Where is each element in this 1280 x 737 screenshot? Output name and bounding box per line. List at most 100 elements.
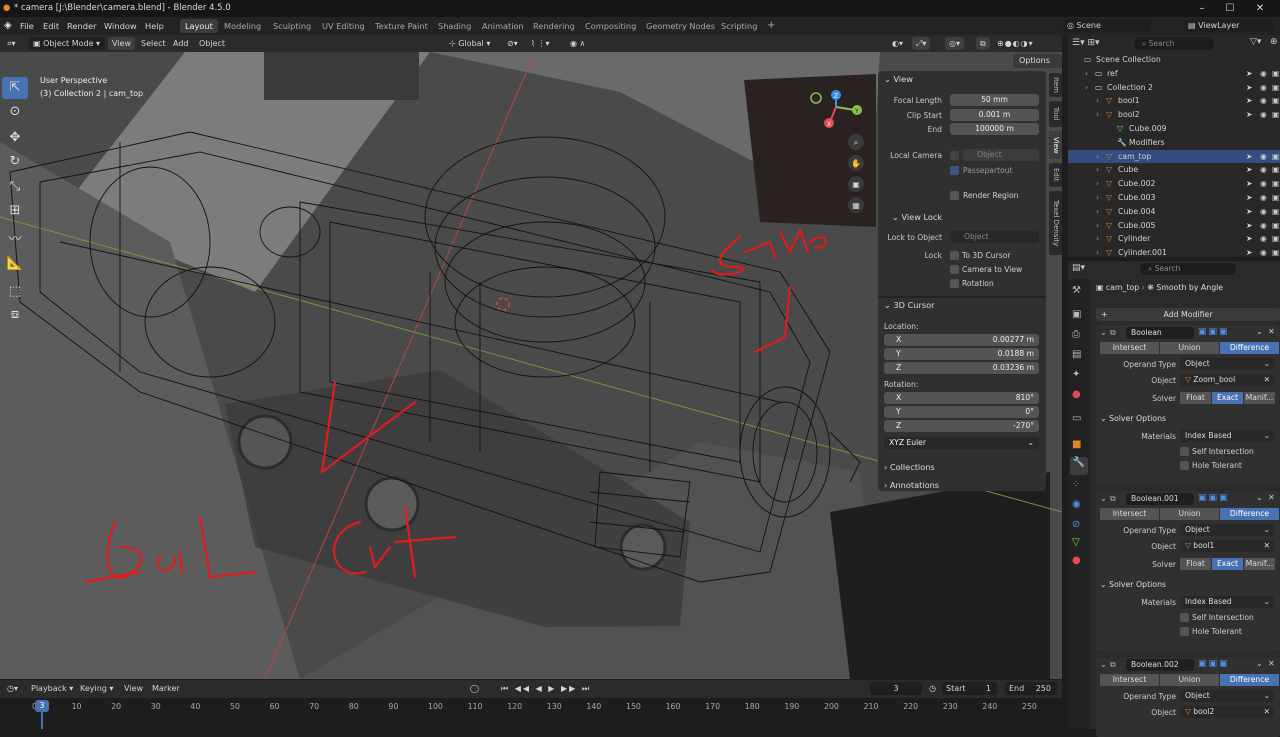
clear-icon[interactable]: ✕ [1264, 706, 1270, 718]
cursor-location-z-field[interactable]: Z 0.03236 m [884, 362, 1039, 374]
outliner-item[interactable]: › ▽ Cylinder ➤ ◉ ▣ [1068, 232, 1280, 246]
outliner-item[interactable]: › ▽ Cube.005 ➤ ◉ ▣ [1068, 219, 1280, 233]
collapse-icon[interactable]: ⌄ [1100, 660, 1107, 669]
eye-icon[interactable]: ◉ [1260, 232, 1267, 246]
outliner-item[interactable]: › ▽ cam_top ➤ ◉ ▣ [1068, 149, 1280, 164]
operation-union-button[interactable]: Union [1160, 674, 1219, 686]
rotation-mode-dropdown[interactable]: XYZ Euler ⌄ [884, 437, 1039, 449]
tab-modeling[interactable]: Modeling [219, 19, 266, 33]
tab-sculpting[interactable]: Sculpting [268, 19, 316, 33]
rotate-tool-icon[interactable]: ↻ [2, 151, 28, 173]
hole-tolerant-checkbox[interactable] [1180, 461, 1189, 470]
properties-editor-icon[interactable]: ▤▾ [1072, 263, 1085, 273]
operation-union-button[interactable]: Union [1160, 508, 1219, 520]
physics-tab-icon[interactable]: ◉ [1072, 499, 1081, 510]
eye-icon[interactable]: ◉ [1260, 150, 1267, 164]
outliner-item[interactable]: › ▽ bool2 ➤ ◉ ▣ [1068, 108, 1280, 122]
camera-icon[interactable]: ▣ [1272, 163, 1279, 177]
solver-option-button[interactable]: Exact [1212, 392, 1243, 404]
selectable-icon[interactable]: ➤ [1246, 232, 1253, 246]
menu-view[interactable]: View [108, 37, 135, 50]
self-intersection-checkbox[interactable] [1180, 447, 1189, 456]
shading-modes-icon[interactable]: ⊕●◐◑▾ [993, 37, 1038, 50]
render-tab-icon[interactable]: ▣ [1072, 309, 1081, 320]
eye-icon[interactable]: ◉ [1260, 163, 1267, 177]
operation-intersect-button[interactable]: Intersect [1100, 674, 1159, 686]
chevron-down-icon[interactable]: ⌄ [1256, 659, 1263, 668]
solver-option-button[interactable]: Manif... [1244, 392, 1275, 404]
camera-icon[interactable]: ▣ [1272, 232, 1279, 246]
cursor-rotation-y-field[interactable]: Y 0° [884, 406, 1039, 418]
cursor-location-y-field[interactable]: Y 0.0188 m [884, 348, 1039, 360]
tab-texel-density[interactable]: Texel Density [1049, 191, 1062, 255]
add-workspace-icon[interactable]: + [762, 19, 780, 33]
menu-object[interactable]: Object [195, 37, 229, 50]
camera-icon[interactable]: ▣ [1272, 219, 1279, 233]
materials-dropdown[interactable]: Index Based ⌄ [1180, 596, 1274, 608]
tab-rendering[interactable]: Rendering [528, 19, 580, 33]
proportional-edit-icon[interactable]: ◉ ∧ [566, 37, 589, 50]
rotation-lock-checkbox[interactable] [950, 279, 959, 288]
menu-render[interactable]: Render [67, 17, 97, 35]
tab-edit[interactable]: Edit [1049, 163, 1062, 187]
menu-help[interactable]: Help [145, 17, 164, 35]
constraints-tab-icon[interactable]: ⊘ [1072, 519, 1080, 530]
filter-icon[interactable]: ▽▾ [1250, 37, 1261, 47]
selectable-icon[interactable]: ➤ [1246, 205, 1253, 219]
current-frame-field[interactable]: 3 [870, 682, 922, 695]
view-layer-selector[interactable]: ▤ ViewLayer [1184, 19, 1274, 32]
cursor-tool-icon[interactable]: ⊙ [2, 101, 28, 123]
expand-arrow-icon[interactable]: › [1096, 177, 1099, 191]
view-lock-header[interactable]: ⌄ View Lock [878, 209, 1046, 225]
menu-select[interactable]: Select [137, 37, 170, 50]
world-tab-icon[interactable]: ● [1072, 389, 1081, 400]
local-camera-object-field[interactable]: Object [963, 149, 1039, 161]
tab-shading[interactable]: Shading [433, 19, 476, 33]
scene-tab-icon[interactable]: ✦ [1072, 369, 1080, 380]
chevron-down-icon[interactable]: ⌄ [1256, 327, 1263, 336]
outliner-item[interactable]: › ▽ Cube ➤ ◉ ▣ [1068, 163, 1280, 177]
cursor-rotation-z-field[interactable]: Z -270° [884, 420, 1039, 432]
expand-arrow-icon[interactable]: › [1085, 67, 1088, 81]
menu-keying[interactable]: Keying ▾ [76, 682, 117, 695]
maximize-button[interactable]: ☐ [1216, 0, 1244, 17]
operand-type-dropdown[interactable]: Object ⌄ [1180, 524, 1274, 536]
tool-tab-icon[interactable]: ⚒ [1072, 285, 1081, 296]
operation-intersect-button[interactable]: Intersect [1100, 508, 1159, 520]
selectable-icon[interactable]: ➤ [1246, 163, 1253, 177]
expand-arrow-icon[interactable]: › [1096, 219, 1099, 233]
operation-union-button[interactable]: Union [1160, 342, 1219, 354]
view-layer-tab-icon[interactable]: ▤ [1072, 349, 1081, 360]
solver-options-header[interactable]: ⌄ Solver Options [1100, 580, 1166, 589]
chevron-down-icon[interactable]: ⌄ [1256, 493, 1263, 502]
cursor-rotation-x-field[interactable]: X 810° [884, 392, 1039, 404]
tab-uv-editing[interactable]: UV Editing [317, 19, 370, 33]
camera-icon[interactable]: ▣ [1272, 246, 1279, 260]
menu-view-timeline[interactable]: View [120, 682, 147, 695]
selectable-icon[interactable]: ➤ [1246, 177, 1253, 191]
view-panel-header[interactable]: ⌄ View [878, 71, 1046, 87]
transform-tool-icon[interactable]: ⊞ [2, 200, 28, 222]
selectable-icon[interactable]: ➤ [1246, 67, 1253, 81]
snap-icon[interactable]: ⌇ ⋮▾ [527, 37, 553, 50]
collections-header[interactable]: › Collections [878, 459, 1046, 475]
menu-marker[interactable]: Marker [148, 682, 184, 695]
tab-layout[interactable]: Layout [180, 19, 218, 33]
tab-compositing[interactable]: Compositing [580, 19, 641, 33]
operation-intersect-button[interactable]: Intersect [1100, 342, 1159, 354]
eye-icon[interactable]: ◉ [1260, 108, 1267, 122]
camera-icon[interactable]: ▣ [1272, 177, 1279, 191]
solver-option-button[interactable]: Float [1180, 558, 1211, 570]
remove-modifier-icon[interactable]: ✕ [1268, 659, 1275, 668]
operand-type-dropdown[interactable]: Object ⌄ [1180, 358, 1274, 370]
eye-icon[interactable]: ◉ [1260, 94, 1267, 108]
modifier-visibility-icons[interactable]: ▣▣▣ [1198, 327, 1230, 337]
to-3d-cursor-checkbox[interactable] [950, 251, 959, 260]
materials-dropdown[interactable]: Index Based ⌄ [1180, 430, 1274, 442]
auto-keying-icon[interactable]: ◯ [466, 682, 483, 695]
outliner-item[interactable]: › ▽ bool1 ➤ ◉ ▣ [1068, 94, 1280, 108]
camera-icon[interactable]: ▣ [1272, 150, 1279, 164]
particles-tab-icon[interactable]: ⁘ [1072, 479, 1080, 490]
selectable-icon[interactable]: ➤ [1246, 191, 1253, 205]
pivot-point-icon[interactable]: ⊘▾ [503, 37, 522, 50]
